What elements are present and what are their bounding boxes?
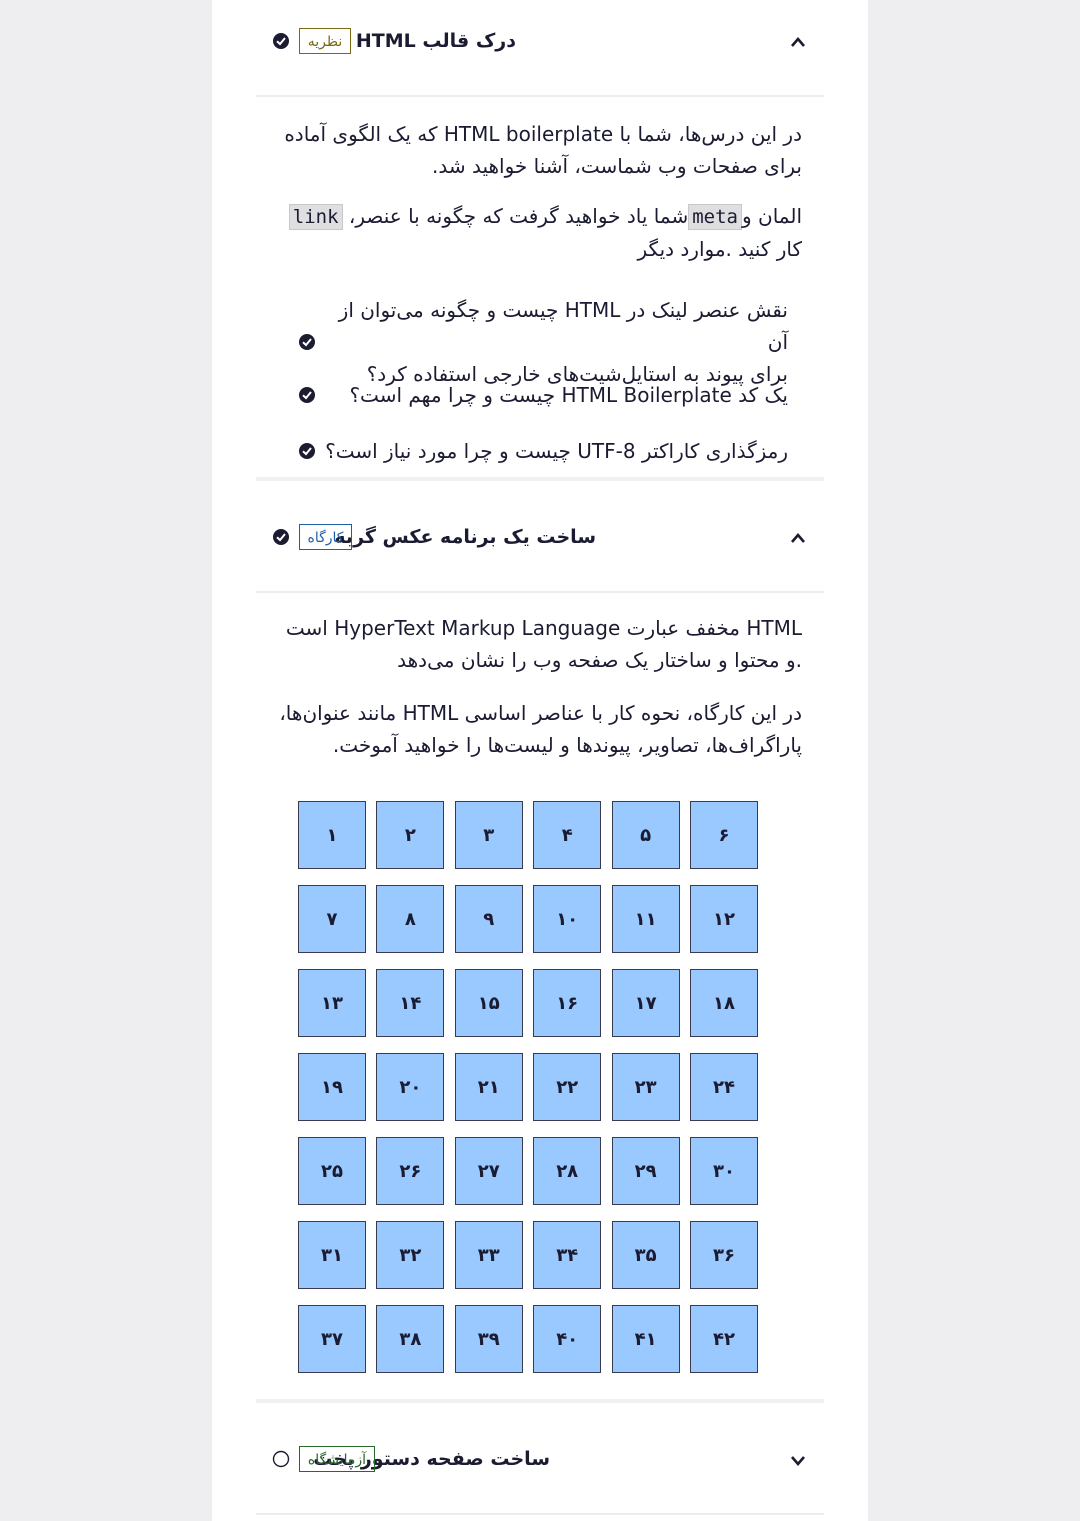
step-button[interactable]: ۸ bbox=[376, 885, 445, 953]
check-circle-icon bbox=[273, 33, 289, 49]
section-badge: نظریه bbox=[299, 28, 351, 54]
step-button[interactable]: ۵ bbox=[611, 801, 680, 869]
step-button[interactable]: ۳ bbox=[454, 801, 523, 869]
section-header-workshop[interactable]: ساخت یک برنامه عکس گربه کارگاه bbox=[256, 496, 824, 592]
theory-elements: المان وmetaشما یاد خواهید گرفت که چگونه … bbox=[272, 200, 802, 265]
code-link: link bbox=[288, 204, 343, 230]
step-button[interactable]: ۲۵ bbox=[298, 1137, 366, 1205]
step-button[interactable]: ۷ bbox=[298, 885, 366, 953]
step-button[interactable]: ۴۰ bbox=[533, 1305, 602, 1373]
question-text: یک کد HTML Boilerplate چیست و چرا مهم اس… bbox=[349, 383, 788, 407]
curriculum-panel: درک قالب HTML نظریه در این درس‌ها، شما ب… bbox=[212, 0, 868, 1521]
step-button[interactable]: ۳۸ bbox=[376, 1305, 445, 1373]
step-button[interactable]: ۳۵ bbox=[611, 1221, 680, 1289]
section-title: درک قالب HTML bbox=[355, 30, 516, 52]
code-meta: meta bbox=[688, 204, 742, 230]
check-circle-icon bbox=[273, 529, 289, 545]
step-button[interactable]: ۲۴ bbox=[690, 1053, 758, 1121]
step-button[interactable]: ۲۸ bbox=[533, 1137, 602, 1205]
step-button[interactable]: ۲۹ bbox=[611, 1137, 680, 1205]
step-button[interactable]: ۱۱ bbox=[611, 885, 680, 953]
step-button[interactable]: ۱۸ bbox=[690, 969, 758, 1037]
theory-intro: در این درس‌ها، شما با HTML boilerplate ک… bbox=[284, 122, 802, 178]
empty-circle-icon bbox=[272, 1450, 290, 1468]
step-button[interactable]: ۱۲ bbox=[690, 885, 758, 953]
step-button[interactable]: ۴ bbox=[533, 801, 602, 869]
question-text: رمزگذاری کاراکتر UTF-8 چیست و چرا مورد ن… bbox=[325, 439, 788, 463]
step-button[interactable]: ۳۰ bbox=[690, 1137, 758, 1205]
step-button[interactable]: ۲۱ bbox=[454, 1053, 523, 1121]
section-badge: کارگاه bbox=[299, 524, 352, 550]
step-button[interactable]: ۱۵ bbox=[454, 969, 523, 1037]
section-badge: آزمایشگاه bbox=[299, 1446, 375, 1472]
step-button[interactable]: ۱۹ bbox=[298, 1053, 366, 1121]
step-button[interactable]: ۳۱ bbox=[298, 1221, 366, 1289]
step-button[interactable]: ۲ bbox=[376, 801, 445, 869]
workshop-intro: HTML مخفف عبارت HyperText Markup Languag… bbox=[285, 616, 802, 672]
question-item[interactable]: نقش عنصر لینک در HTML چیست و چگونه می‌تو… bbox=[298, 294, 788, 390]
step-button[interactable]: ۳۲ bbox=[376, 1221, 445, 1289]
divider bbox=[256, 591, 824, 593]
step-button[interactable]: ۱۰ bbox=[533, 885, 602, 953]
chevron-up-icon[interactable] bbox=[788, 528, 808, 548]
step-button[interactable]: ۱۷ bbox=[611, 969, 680, 1037]
divider bbox=[256, 1513, 824, 1515]
section-header-theory[interactable]: درک قالب HTML نظریه bbox=[256, 0, 824, 96]
divider bbox=[256, 1399, 824, 1403]
step-button[interactable]: ۴۲ bbox=[690, 1305, 758, 1373]
step-button[interactable]: ۱۳ bbox=[298, 969, 366, 1037]
section-title: ساخت یک برنامه عکس گربه bbox=[334, 526, 596, 548]
step-button[interactable]: ۳۳ bbox=[454, 1221, 523, 1289]
step-button[interactable]: ۲۲ bbox=[533, 1053, 602, 1121]
step-button[interactable]: ۲۰ bbox=[376, 1053, 445, 1121]
step-button[interactable]: ۲۶ bbox=[376, 1137, 445, 1205]
step-button[interactable]: ۳۴ bbox=[533, 1221, 602, 1289]
step-button[interactable]: ۳۷ bbox=[298, 1305, 366, 1373]
workshop-detail: در این کارگاه، نحوه کار با عناصر اساسی H… bbox=[279, 701, 802, 757]
question-item[interactable]: رمزگذاری کاراکتر UTF-8 چیست و چرا مورد ن… bbox=[298, 435, 788, 467]
step-button[interactable]: ۳۹ bbox=[454, 1305, 523, 1373]
section-header-lab[interactable]: ساخت صفحه دستور پخت آزمایشگاه bbox=[256, 1418, 824, 1514]
divider bbox=[256, 95, 824, 97]
step-button[interactable]: ۱ bbox=[298, 801, 366, 869]
question-item[interactable]: یک کد HTML Boilerplate چیست و چرا مهم اس… bbox=[298, 379, 788, 411]
step-button[interactable]: ۲۷ bbox=[454, 1137, 523, 1205]
chevron-up-icon[interactable] bbox=[788, 32, 808, 52]
divider bbox=[256, 477, 824, 481]
step-button[interactable]: ۶ bbox=[690, 801, 758, 869]
step-button[interactable]: ۲۳ bbox=[611, 1053, 680, 1121]
step-button[interactable]: ۹ bbox=[454, 885, 523, 953]
step-button[interactable]: ۴۱ bbox=[611, 1305, 680, 1373]
step-button[interactable]: ۱۶ bbox=[533, 969, 602, 1037]
question-text: نقش عنصر لینک در HTML چیست و چگونه می‌تو… bbox=[338, 298, 788, 386]
chevron-down-icon[interactable] bbox=[788, 1450, 808, 1470]
step-button[interactable]: ۱۴ bbox=[376, 969, 445, 1037]
step-button[interactable]: ۳۶ bbox=[690, 1221, 758, 1289]
